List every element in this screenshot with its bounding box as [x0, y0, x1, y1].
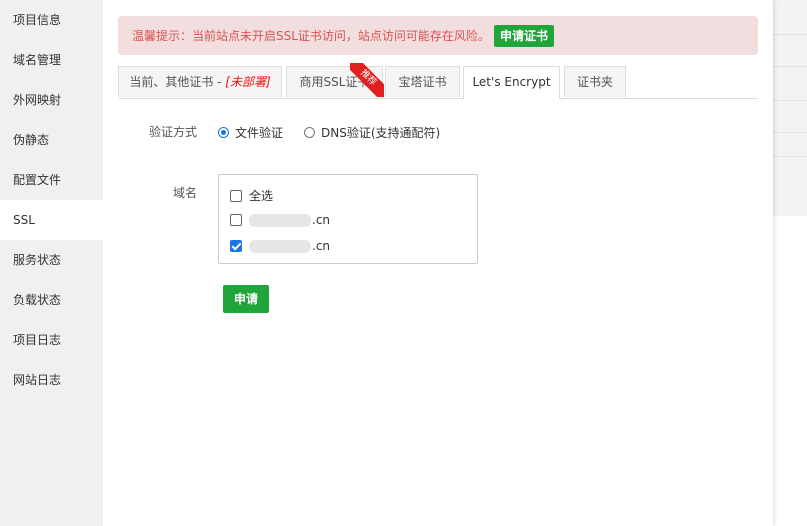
- sidebar-item-rewrite[interactable]: 伪静态: [0, 120, 103, 160]
- domain-label: 域名: [173, 186, 198, 200]
- tab-lets-encrypt[interactable]: Let's Encrypt: [463, 66, 560, 99]
- certificate-tabs: 当前、其他证书 - [未部署] 商用SSL证书 推荐 宝塔证书 Let's En…: [118, 63, 758, 99]
- select-all-checkbox[interactable]: 全选: [230, 187, 273, 204]
- ssl-panel: 温馨提示：当前站点未开启SSL证书访问，站点访问可能存在风险。 申请证书 当前、…: [103, 0, 773, 526]
- checkbox-unchecked-icon: [230, 189, 242, 202]
- apply-certificate-button[interactable]: 申请证书: [493, 24, 554, 47]
- radio-label: 文件验证: [235, 126, 284, 140]
- tab-baota-certificate[interactable]: 宝塔证书: [385, 66, 460, 97]
- sidebar-item-external-mapping[interactable]: 外网映射: [0, 80, 103, 120]
- site-settings-dialog: 项目信息 域名管理 外网映射 伪静态 配置文件 SSL 服务状态 负载状态 项目…: [0, 0, 773, 526]
- checkbox-checked-icon: [230, 240, 242, 252]
- domain-checkbox-2[interactable]: .cn: [230, 239, 330, 253]
- redacted-domain: [249, 213, 311, 227]
- redacted-domain: [249, 239, 311, 253]
- tab-label: 宝塔证书: [398, 75, 447, 89]
- domain-name: .cn: [312, 213, 331, 227]
- ssl-warning-alert: 温馨提示：当前站点未开启SSL证书访问，站点访问可能存在风险。 申请证书: [118, 16, 758, 55]
- alert-message: 温馨提示：当前站点未开启SSL证书访问，站点访问可能存在风险。: [132, 29, 490, 43]
- radio-dns-verify[interactable]: DNS验证(支持通配符): [304, 124, 440, 141]
- tab-current-certificate[interactable]: 当前、其他证书 - [未部署]: [118, 66, 282, 97]
- sidebar-item-project-info[interactable]: 项目信息: [0, 0, 103, 40]
- apply-button[interactable]: 申请: [223, 285, 269, 313]
- sidebar-item-domain-management[interactable]: 域名管理: [0, 40, 103, 80]
- radio-checked-icon: [218, 127, 229, 138]
- checkbox-unchecked-icon: [230, 214, 242, 226]
- sidebar-item-ssl[interactable]: SSL: [0, 200, 103, 240]
- sidebar-item-load-status[interactable]: 负载状态: [0, 280, 103, 320]
- tab-label: Let's Encrypt: [472, 75, 551, 89]
- domain-checkbox-1[interactable]: .cn: [230, 213, 330, 227]
- tab-label: 商用SSL证书: [299, 75, 370, 89]
- domain-name: .cn: [312, 239, 331, 253]
- radio-unchecked-icon: [304, 127, 315, 138]
- tab-label: 证书夹: [576, 75, 613, 89]
- sidebar-item-site-log[interactable]: 网站日志: [0, 360, 103, 400]
- sidebar: 项目信息 域名管理 外网映射 伪静态 配置文件 SSL 服务状态 负载状态 项目…: [0, 0, 103, 526]
- radio-file-verify[interactable]: 文件验证: [218, 124, 283, 141]
- radio-label: DNS验证(支持通配符): [321, 126, 441, 140]
- tab-certificate-folder[interactable]: 证书夹: [564, 66, 626, 97]
- domain-list: 全选 .cn .cn: [218, 174, 478, 264]
- tab-label: 当前、其他证书 -: [129, 75, 226, 89]
- sidebar-item-project-log[interactable]: 项目日志: [0, 320, 103, 360]
- not-deployed-status: [未部署]: [225, 75, 271, 89]
- sidebar-item-config-file[interactable]: 配置文件: [0, 160, 103, 200]
- background-page-edge: [773, 0, 807, 526]
- tab-commercial-ssl[interactable]: 商用SSL证书 推荐: [286, 63, 384, 97]
- sidebar-item-service-status[interactable]: 服务状态: [0, 240, 103, 280]
- checkbox-label: 全选: [249, 189, 274, 203]
- verify-method-label: 验证方式: [149, 125, 198, 139]
